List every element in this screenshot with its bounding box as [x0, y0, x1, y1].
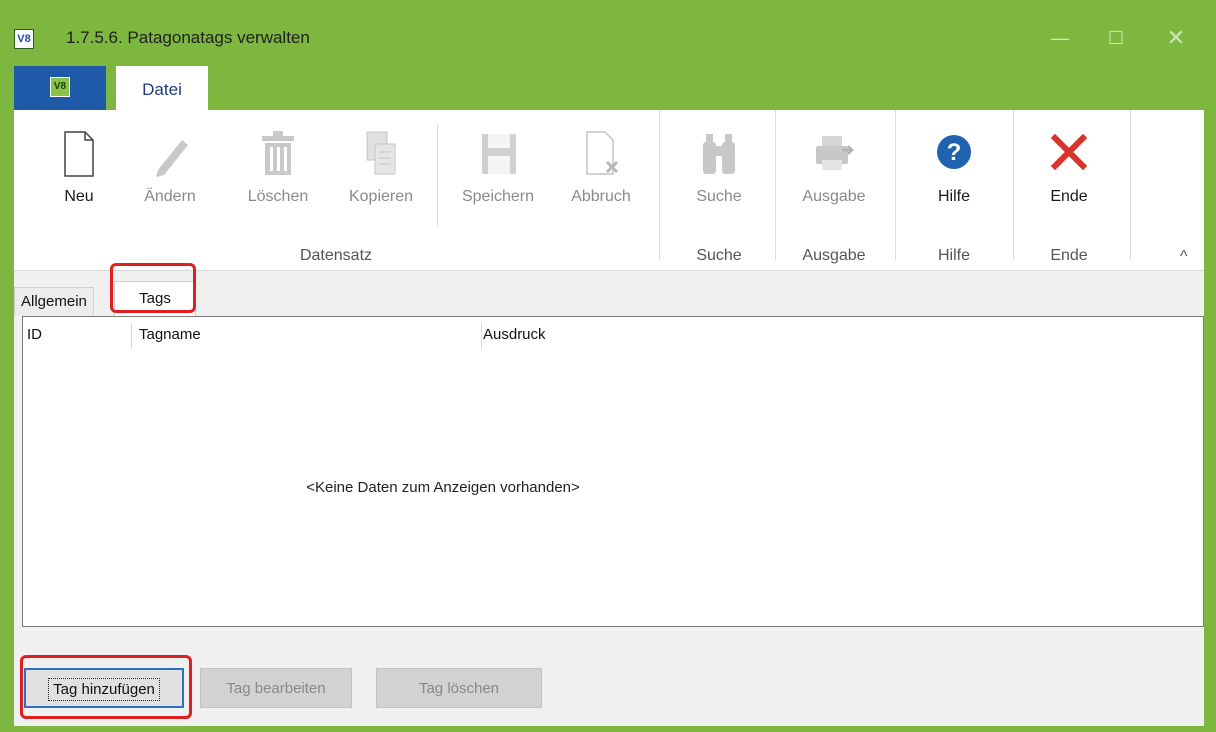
app-logo-icon[interactable]: V8 [14, 29, 34, 49]
ende-button[interactable]: Ende [1029, 110, 1109, 220]
loeschen-label: Löschen [247, 188, 309, 205]
column-divider[interactable] [131, 323, 132, 349]
app-logo-icon: V8 [50, 77, 70, 97]
group-label-suche: Suche [696, 247, 742, 264]
empty-grid-message: <Keine Daten zum Anzeigen vorhanden> [306, 479, 580, 496]
suche-label: Suche [696, 188, 742, 205]
delete-tag-button[interactable]: Tag löschen [376, 668, 542, 708]
aendern-label: Ändern [144, 188, 196, 205]
help-icon: ? [937, 135, 971, 169]
abbruch-button[interactable]: Abbruch [554, 110, 648, 220]
collapse-ribbon-icon[interactable]: ^ [1180, 248, 1188, 266]
column-header-ausdruck[interactable]: Ausdruck [483, 317, 546, 353]
binoculars-icon [703, 134, 735, 174]
window-title: 1.7.5.6. Patagonatags verwalten [66, 28, 310, 47]
edit-tag-button[interactable]: Tag bearbeiten [200, 668, 352, 708]
copy-icon [366, 131, 396, 175]
ribbon-separator [437, 124, 438, 226]
exit-x-icon [1050, 133, 1088, 171]
column-header-tagname[interactable]: Tagname [139, 317, 201, 353]
group-label-hilfe: Hilfe [937, 247, 970, 264]
abbruch-label: Abbruch [571, 188, 631, 205]
pencil-icon [156, 140, 188, 177]
kopieren-label: Kopieren [348, 188, 414, 205]
loeschen-button[interactable]: Löschen [236, 110, 320, 220]
aendern-button[interactable]: Ändern [130, 110, 210, 220]
group-label-datensatz: Datensatz [299, 247, 373, 264]
close-window-button[interactable]: ✕ [1156, 24, 1196, 52]
svg-text:?: ? [947, 139, 962, 166]
printer-icon [816, 136, 854, 170]
title-bar: V8 1.7.5.6. Patagonatags verwalten — ☐ ✕ [0, 0, 1216, 66]
neu-label: Neu [64, 188, 94, 205]
application-window: V8 1.7.5.6. Patagonatags verwalten — ☐ ✕… [0, 0, 1216, 732]
column-header-id[interactable]: ID [27, 317, 42, 353]
tab-datei[interactable]: Datei [116, 66, 208, 111]
neu-button[interactable]: Neu [44, 110, 114, 220]
minimize-button[interactable]: — [1040, 24, 1080, 52]
ausgabe-button[interactable]: Ausgabe [784, 110, 884, 220]
group-separator [775, 110, 776, 260]
hilfe-button[interactable]: ? Hilfe [914, 110, 994, 220]
highlight-add-button [20, 655, 192, 719]
suche-button[interactable]: Suche [679, 110, 759, 220]
group-separator [1130, 110, 1131, 260]
group-separator [659, 110, 660, 260]
group-separator [1013, 110, 1014, 260]
ende-label: Ende [1050, 188, 1088, 205]
group-label-ende: Ende [1050, 247, 1088, 264]
maximize-button[interactable]: ☐ [1096, 24, 1136, 52]
column-divider[interactable] [481, 323, 482, 349]
tab-allgemein[interactable]: Allgemein [14, 287, 94, 316]
group-separator [895, 110, 896, 260]
ausgabe-label: Ausgabe [802, 188, 866, 205]
speichern-label: Speichern [461, 188, 535, 205]
trash-icon [262, 131, 294, 175]
cancel-document-icon [586, 131, 619, 175]
new-document-icon [64, 131, 94, 177]
speichern-button[interactable]: Speichern [450, 110, 546, 220]
ribbon-panel: Neu Ändern Löschen Kopieren Speichern Ab… [14, 110, 1204, 271]
group-label-ausgabe: Ausgabe [802, 247, 866, 264]
kopieren-button[interactable]: Kopieren [336, 110, 426, 220]
highlight-tags-tab [110, 263, 196, 313]
save-icon [482, 134, 516, 174]
tags-grid[interactable]: ID Tagname Ausdruck <Keine Daten zum Anz… [22, 316, 1204, 627]
content-panel: Allgemein Tags ID Tagname Ausdruck <Kein… [14, 263, 1204, 726]
app-menu-tab[interactable]: V8 [14, 66, 106, 110]
hilfe-label: Hilfe [937, 188, 970, 205]
